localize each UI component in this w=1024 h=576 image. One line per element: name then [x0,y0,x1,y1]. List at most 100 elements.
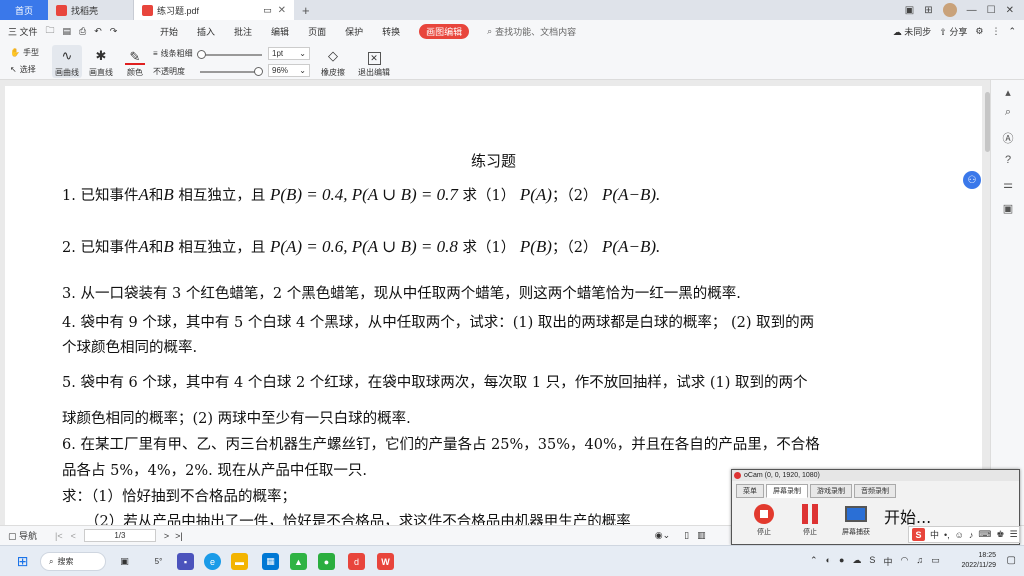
tab-pdf-document[interactable]: 练习题.pdf ▭ ✕ [134,0,294,20]
select-tool[interactable]: ↖ 选择 [10,64,36,75]
windows-start-icon[interactable]: ⊞ [14,553,31,570]
avatar[interactable] [942,3,957,17]
task-view-icon[interactable]: ▣ [116,553,133,570]
scroll-up-icon[interactable]: ▴ [1001,86,1015,100]
eraser-button[interactable]: ◇ 橡皮擦 [316,45,350,78]
green-app-icon[interactable]: ▲ [290,553,307,570]
ocam-tab-audio[interactable]: 音频录制 [854,484,896,498]
tray-ime-label[interactable]: 中 [883,555,892,568]
maximize-icon[interactable]: ☐ [987,5,996,16]
new-tab-plus-icon[interactable]: + [294,0,318,20]
wps-app-icon[interactable]: d [348,553,365,570]
first-page-icon[interactable]: |< [55,531,63,541]
redo-icon[interactable]: ↷ [110,26,118,37]
opacity-slider-knob[interactable] [254,67,263,76]
image-icon[interactable]: ▣ [1001,202,1015,216]
ocam-pause-button[interactable]: 停止 [790,503,830,537]
menu-edit[interactable]: 编辑 [271,24,289,39]
ocam-tab-game[interactable]: 游戏录制 [810,484,852,498]
ime-keyboard-icon[interactable]: ⌨ [978,529,991,540]
print-icon[interactable]: ⎙ [79,26,86,37]
weather-widget[interactable]: 5° [150,553,167,570]
opacity-slider[interactable] [200,67,263,76]
taskbar-search[interactable]: ⌕ 搜索 [40,552,106,571]
draw-curve-button[interactable]: ∿ 画曲线 [52,45,82,78]
menu-convert[interactable]: 转换 [382,24,400,39]
wps-office-icon[interactable]: W [377,553,394,570]
view-mode-icon[interactable]: ◉⌄ [655,530,670,541]
ime-skin-icon[interactable]: ♚ [996,529,1004,540]
notification-icon[interactable]: ▢ [1007,555,1016,566]
sogou-icon[interactable]: S [912,528,925,541]
nav-toggle[interactable]: ▢ 导航 [8,529,37,542]
ime-emoji-icon[interactable]: ☺ [955,530,964,540]
draw-line-button[interactable]: ✱ 画直线 [86,45,116,78]
ocam-tab-menu[interactable]: 菜单 [736,484,764,498]
ocam-capture-button[interactable]: 屏幕捕获 [836,503,876,537]
exit-edit-button[interactable]: ✕ 退出编辑 [356,45,392,78]
layout-icon[interactable]: ▣ [905,5,914,16]
menu-draw-edit[interactable]: 画图编辑 [419,23,470,39]
share-button[interactable]: ⇧ 分享 [939,25,967,38]
thickness-slider-knob[interactable] [197,50,206,59]
menu-search[interactable]: ⌕ 查找功能、文档内容 [487,25,576,38]
ime-mode[interactable]: 中 [930,528,939,541]
hand-tool[interactable]: ✋ 手型 [10,47,39,58]
thickness-select[interactable]: 1pt ⌄ [268,47,310,60]
wechat-icon[interactable]: ● [318,553,335,570]
open-icon[interactable]: 🗀 [46,23,55,39]
store-icon[interactable]: ▦ [262,553,279,570]
ocam-start-label[interactable]: 开始... [884,504,931,528]
next-page-icon[interactable]: > [164,531,169,541]
volume-icon[interactable]: ♫ [916,555,923,568]
adjust-icon[interactable]: ⚌ [1001,178,1015,192]
ime-menu-icon[interactable]: ☰ [1009,529,1017,540]
minimize-icon[interactable]: — [967,5,977,16]
menu-page[interactable]: 页面 [308,24,326,39]
window-close-icon[interactable]: ✕ [1006,5,1014,16]
tab-home[interactable]: 首页 [0,0,48,20]
color-button[interactable]: ✎ 颜色 [120,45,150,78]
teams-icon[interactable]: ▪ [177,553,194,570]
ime-punct-icon[interactable]: •, [944,530,950,540]
menu-annotate[interactable]: 批注 [234,24,252,39]
wifi-icon[interactable]: ◠ [900,555,908,568]
tray-ocam-icon[interactable]: ● [839,555,844,568]
ocam-stop-button[interactable]: 停止 [744,503,784,537]
double-page-icon[interactable]: ▥ [697,530,706,541]
ime-mic-icon[interactable]: ♪ [969,530,974,540]
find-icon[interactable]: ⌕ [1001,106,1015,120]
opacity-select[interactable]: 96% ⌄ [268,64,310,77]
file-menu[interactable]: 三 文件 [8,25,38,38]
tray-chevron-icon[interactable]: ⌃ [810,555,818,568]
collapse-icon[interactable]: ⌃ [1008,26,1016,37]
tray-app-icon[interactable]: ◐ [826,555,831,568]
menu-start[interactable]: 开始 [160,24,178,39]
ocam-tab-screen[interactable]: 屏幕录制 [766,484,808,498]
edge-icon[interactable]: e [204,553,221,570]
format-icon[interactable]: Ⓐ [1001,130,1015,145]
single-page-icon[interactable]: ▯ [684,530,689,541]
tab-restore-icon[interactable]: ▭ [263,5,272,16]
undo-icon[interactable]: ↶ [94,26,102,37]
page-number-field[interactable]: 1/3 [83,529,156,542]
save-icon[interactable]: ▤ [63,26,72,37]
last-page-icon[interactable]: >| [175,531,183,541]
sync-status[interactable]: ☁ 未同步 [893,25,932,38]
thickness-slider[interactable] [197,50,262,59]
more-icon[interactable]: ⋮ [991,26,1000,37]
file-explorer-icon[interactable]: ▬ [231,553,248,570]
tray-cloud-icon[interactable]: ☁ [852,555,861,568]
prev-page-icon[interactable]: < [71,531,76,541]
tab-close-icon[interactable]: ✕ [278,5,286,16]
tab-docer[interactable]: 找稻壳 [48,0,134,20]
taskbar-clock[interactable]: 18:25 2022/11/29 [961,551,996,571]
menu-insert[interactable]: 插入 [197,24,215,39]
battery-icon[interactable]: ▭ [931,555,940,568]
grid-icon[interactable]: ⊞ [924,5,932,16]
tray-sogou-icon[interactable]: S [869,555,875,568]
help-icon[interactable]: ? [1001,154,1015,168]
menu-protect[interactable]: 保护 [345,24,363,39]
settings-icon[interactable]: ⚙ [975,26,983,37]
assistant-float-icon[interactable]: ⚇ [963,171,981,189]
